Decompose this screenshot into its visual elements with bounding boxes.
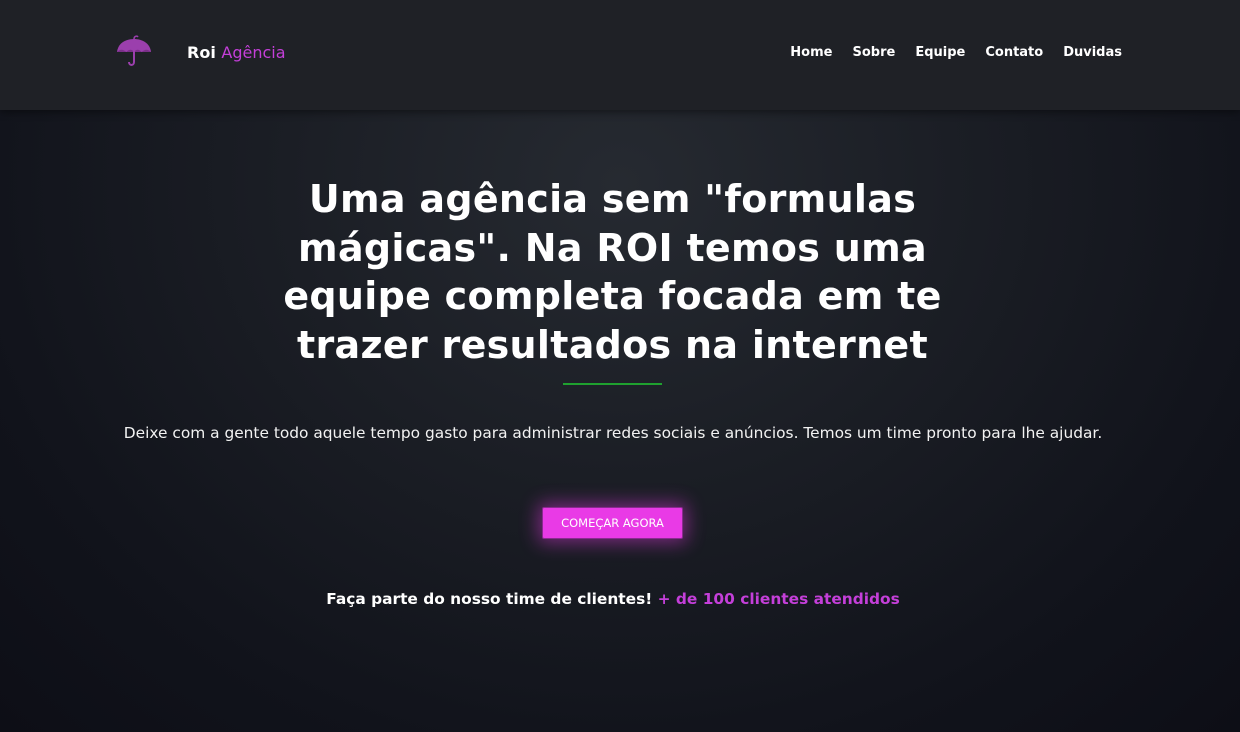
nav-link-contato[interactable]: Contato xyxy=(985,44,1043,62)
cta-button[interactable]: COMEÇAR AGORA xyxy=(542,507,683,539)
umbrella-icon[interactable] xyxy=(114,34,154,74)
clients-highlight: + de 100 clientes atendidos xyxy=(657,590,900,608)
nav-link-duvidas[interactable]: Duvidas xyxy=(1063,44,1122,62)
nav-link-sobre[interactable]: Sobre xyxy=(852,44,895,62)
brand-logo-text[interactable]: Roi Agência xyxy=(187,43,286,63)
clients-text: Faça parte do nosso time de clientes! xyxy=(326,590,653,608)
site-header: Roi Agência Home Sobre Equipe Contato Du… xyxy=(0,0,1240,110)
brand-accent: Agência xyxy=(221,43,286,62)
nav-link-equipe[interactable]: Equipe xyxy=(915,44,965,62)
title-divider xyxy=(563,383,662,385)
hero-subtitle: Deixe com a gente todo aquele tempo gast… xyxy=(123,424,1103,442)
nav-link-home[interactable]: Home xyxy=(790,44,832,62)
hero-title: Uma agência sem "formulas mágicas". Na R… xyxy=(283,177,942,367)
main-nav: Home Sobre Equipe Contato Duvidas xyxy=(790,44,1122,62)
clients-line: Faça parte do nosso time de clientes! + … xyxy=(0,589,1226,609)
brand-name: Roi xyxy=(187,43,216,62)
